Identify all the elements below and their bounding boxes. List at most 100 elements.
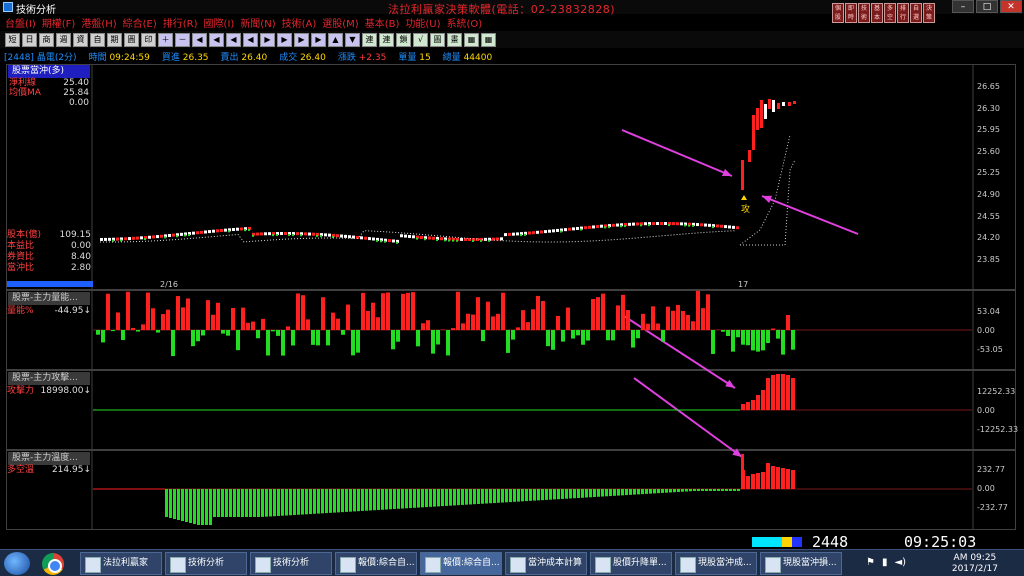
taskbar-item-6[interactable]: 股價升降單... (590, 552, 672, 575)
volume-bar (416, 330, 420, 347)
attack-bar (746, 402, 750, 410)
volume-bar (266, 330, 270, 356)
attack-bar (771, 375, 775, 410)
volume-bar (156, 330, 160, 333)
price-dot (604, 226, 606, 229)
panel2-title[interactable]: 股票-主力量能... (8, 292, 90, 305)
volume-bar (141, 324, 145, 330)
volume-bar (216, 302, 220, 330)
temp-bar (253, 489, 256, 517)
price-candle (312, 232, 315, 236)
chrome-icon[interactable] (42, 553, 64, 575)
temp-bar (217, 489, 220, 517)
price-candle (572, 227, 575, 231)
price-dot (692, 224, 694, 227)
temp-bar (673, 489, 676, 493)
price-candle (616, 223, 619, 227)
price-candle (156, 235, 159, 239)
price-dot (248, 228, 250, 231)
temp-bar (677, 489, 680, 492)
flag-icon[interactable]: ⚑ (866, 557, 875, 568)
temp-bar (573, 489, 576, 499)
temp-bar (557, 489, 560, 500)
temp-bar (265, 489, 268, 517)
price-candle (160, 234, 163, 238)
temp-bar (645, 489, 648, 494)
temp-bar (273, 489, 276, 517)
panel2-ytick: 0.00 (977, 326, 995, 335)
temp-bar (277, 489, 280, 516)
stat-pe: 本益比 0.00 (7, 241, 91, 251)
volume-bar (596, 297, 600, 330)
stat-capital: 股本(億) 109.15 (7, 230, 91, 240)
price-dot (712, 226, 714, 229)
taskbar-item-2[interactable]: 技術分析 (250, 552, 332, 575)
temp-red-bar (766, 463, 770, 489)
panel1-label-profit: 淨利線 25.40 (9, 78, 89, 88)
price-dot (252, 234, 254, 237)
panel4-ytick: 232.77 (977, 465, 1005, 474)
taskbar-item-4[interactable]: 報價:綜合自... (420, 552, 502, 575)
taskbar-item-3[interactable]: 報價:綜合自... (335, 552, 417, 575)
temp-red-bar (746, 476, 750, 489)
attack-bar (741, 404, 745, 410)
price-candle (516, 232, 519, 236)
lower-band (740, 159, 796, 246)
taskbar-item-0[interactable]: 法拉利贏家 (80, 552, 162, 575)
volume-bar (706, 294, 710, 330)
price-candle (660, 222, 663, 226)
temp-bar (289, 489, 292, 516)
temp-bar (365, 489, 368, 511)
temp-bar (681, 489, 684, 492)
price-dot (640, 224, 642, 227)
xtick-0: 2/16 (160, 280, 178, 289)
price-candle (656, 222, 659, 226)
temp-bar (405, 489, 408, 509)
price-candle (728, 225, 731, 229)
taskbar-item-5[interactable]: 當沖成本計算 (505, 552, 587, 575)
panel1-title[interactable]: 股票當沖(多) (8, 65, 90, 78)
panel4-title[interactable]: 股票-主力溫度... (8, 452, 90, 465)
price-dot (376, 239, 378, 242)
start-button[interactable] (4, 552, 30, 575)
panel3-title[interactable]: 股票-主力攻擊... (8, 372, 90, 385)
price-candle (268, 232, 271, 236)
price-candle (512, 232, 515, 236)
temp-bar (229, 489, 232, 517)
temp-bar (469, 489, 472, 505)
price-ytick: 25.60 (977, 146, 1000, 156)
price-candle (212, 229, 215, 233)
price-candle (284, 232, 287, 236)
price-dot (688, 224, 690, 227)
price-candle (676, 222, 679, 226)
network-icon[interactable]: ▮ (882, 557, 888, 568)
taskbar-item-8[interactable]: 現股當沖損... (760, 552, 842, 575)
price-candle (304, 232, 307, 236)
price-candle (148, 235, 151, 239)
spike-candle (793, 101, 796, 104)
volume-bar (201, 330, 205, 336)
price-candle (736, 226, 739, 230)
price-candle (140, 236, 143, 240)
volume-bar (126, 291, 130, 330)
taskbar-item-1[interactable]: 技術分析 (165, 552, 247, 575)
volume-bar (121, 330, 125, 340)
temp-bar (457, 489, 460, 506)
volume-bar (316, 330, 320, 346)
temp-bar (737, 489, 740, 491)
temp-bar (669, 489, 672, 493)
volume-icon[interactable]: ◄) (894, 557, 906, 568)
volume-bar (291, 330, 295, 346)
volume-bar (736, 330, 740, 338)
temp-bar (721, 489, 724, 491)
temp-bar (341, 489, 344, 513)
taskbar-item-7[interactable]: 現股當沖成... (675, 552, 757, 575)
temp-bar (693, 489, 696, 492)
tray-clock[interactable]: AM 09:25 2017/2/17 (952, 553, 998, 575)
price-candle (168, 234, 171, 238)
volume-bar (406, 292, 410, 330)
temp-bar (585, 489, 588, 498)
price-dot (396, 241, 398, 244)
price-dot (472, 239, 474, 242)
volume-bar (656, 323, 660, 330)
